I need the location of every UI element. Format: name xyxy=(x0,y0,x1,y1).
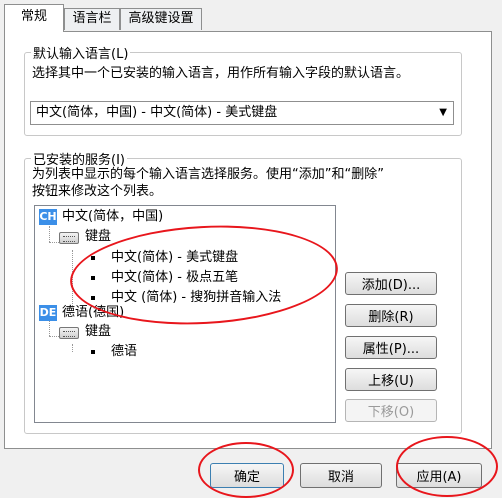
ok-button[interactable]: 确定 xyxy=(210,463,284,488)
keyboard-icon xyxy=(59,327,79,339)
tree-item-us-keyboard-label: 中文(简体) - 美式键盘 xyxy=(111,250,239,265)
default-language-group-title: 默认输入语言(L) xyxy=(31,43,131,62)
tab-general-label: 常规 xyxy=(20,9,47,24)
bullet-icon xyxy=(91,256,95,260)
services-tree[interactable]: CH 中文(简体，中国) 键盘 中文(简体) - 美式键盘 中文(简体) - 极… xyxy=(34,205,336,423)
tree-connector xyxy=(49,226,50,242)
installed-services-description-line2: 按钮来修改这个列表。 xyxy=(32,184,163,199)
tree-connector xyxy=(49,336,59,337)
default-language-description: 选择其中一个已安装的输入语言，用作所有输入字段的默认语言。 xyxy=(32,66,410,81)
properties-button[interactable]: 属性(P)... xyxy=(345,336,437,359)
installed-services-description: 为列表中显示的每个输入语言选择服务。使用“添加”和“删除” 按钮来修改这个列表。 xyxy=(32,166,384,200)
bullet-icon xyxy=(91,296,95,300)
tree-item-jidian-wubi-label: 中文(简体) - 极点五笔 xyxy=(111,270,239,285)
add-button[interactable]: 添加(D)... xyxy=(345,272,437,295)
tree-node-german-label: 德语(德国) xyxy=(62,305,125,320)
default-language-select-value: 中文(简体，中国) - 中文(简体) - 美式键盘 xyxy=(36,105,278,120)
default-language-select[interactable]: 中文(简体，中国) - 中文(简体) - 美式键盘 ▼ xyxy=(30,101,454,125)
bullet-icon xyxy=(91,350,95,354)
remove-button[interactable]: 删除(R) xyxy=(345,304,437,327)
tree-node-keyboard-german-label: 键盘 xyxy=(85,324,112,339)
tab-advanced-key-settings-label: 高级键设置 xyxy=(128,11,194,26)
tree-connector xyxy=(49,320,50,336)
tree-connector xyxy=(72,250,73,306)
keyboard-icon xyxy=(59,232,79,244)
cancel-button[interactable]: 取消 xyxy=(300,463,382,488)
tree-connector xyxy=(72,344,73,352)
chevron-down-icon[interactable]: ▼ xyxy=(439,102,447,124)
tab-general[interactable]: 常规 xyxy=(4,4,64,32)
tree-node-keyboard-chinese-label: 键盘 xyxy=(85,229,112,244)
tab-advanced-key-settings[interactable]: 高级键设置 xyxy=(120,8,202,30)
tree-item-sogou-pinyin-label: 中文 (简体) - 搜狗拼音输入法 xyxy=(111,290,282,305)
bullet-icon xyxy=(91,276,95,280)
move-up-button[interactable]: 上移(U) xyxy=(345,368,437,391)
apply-button[interactable]: 应用(A) xyxy=(396,463,482,488)
tab-language-bar[interactable]: 语言栏 xyxy=(64,8,120,30)
tab-language-bar-label: 语言栏 xyxy=(72,11,112,26)
language-badge-ch: CH xyxy=(39,209,57,225)
language-badge-de: DE xyxy=(39,305,57,321)
tree-node-chinese-label: 中文(简体，中国) xyxy=(62,209,164,224)
move-down-button: 下移(O) xyxy=(345,399,437,422)
tree-connector xyxy=(49,242,59,243)
tree-item-german-label: 德语 xyxy=(111,344,138,359)
installed-services-description-line1: 为列表中显示的每个输入语言选择服务。使用“添加”和“删除” xyxy=(32,167,384,182)
